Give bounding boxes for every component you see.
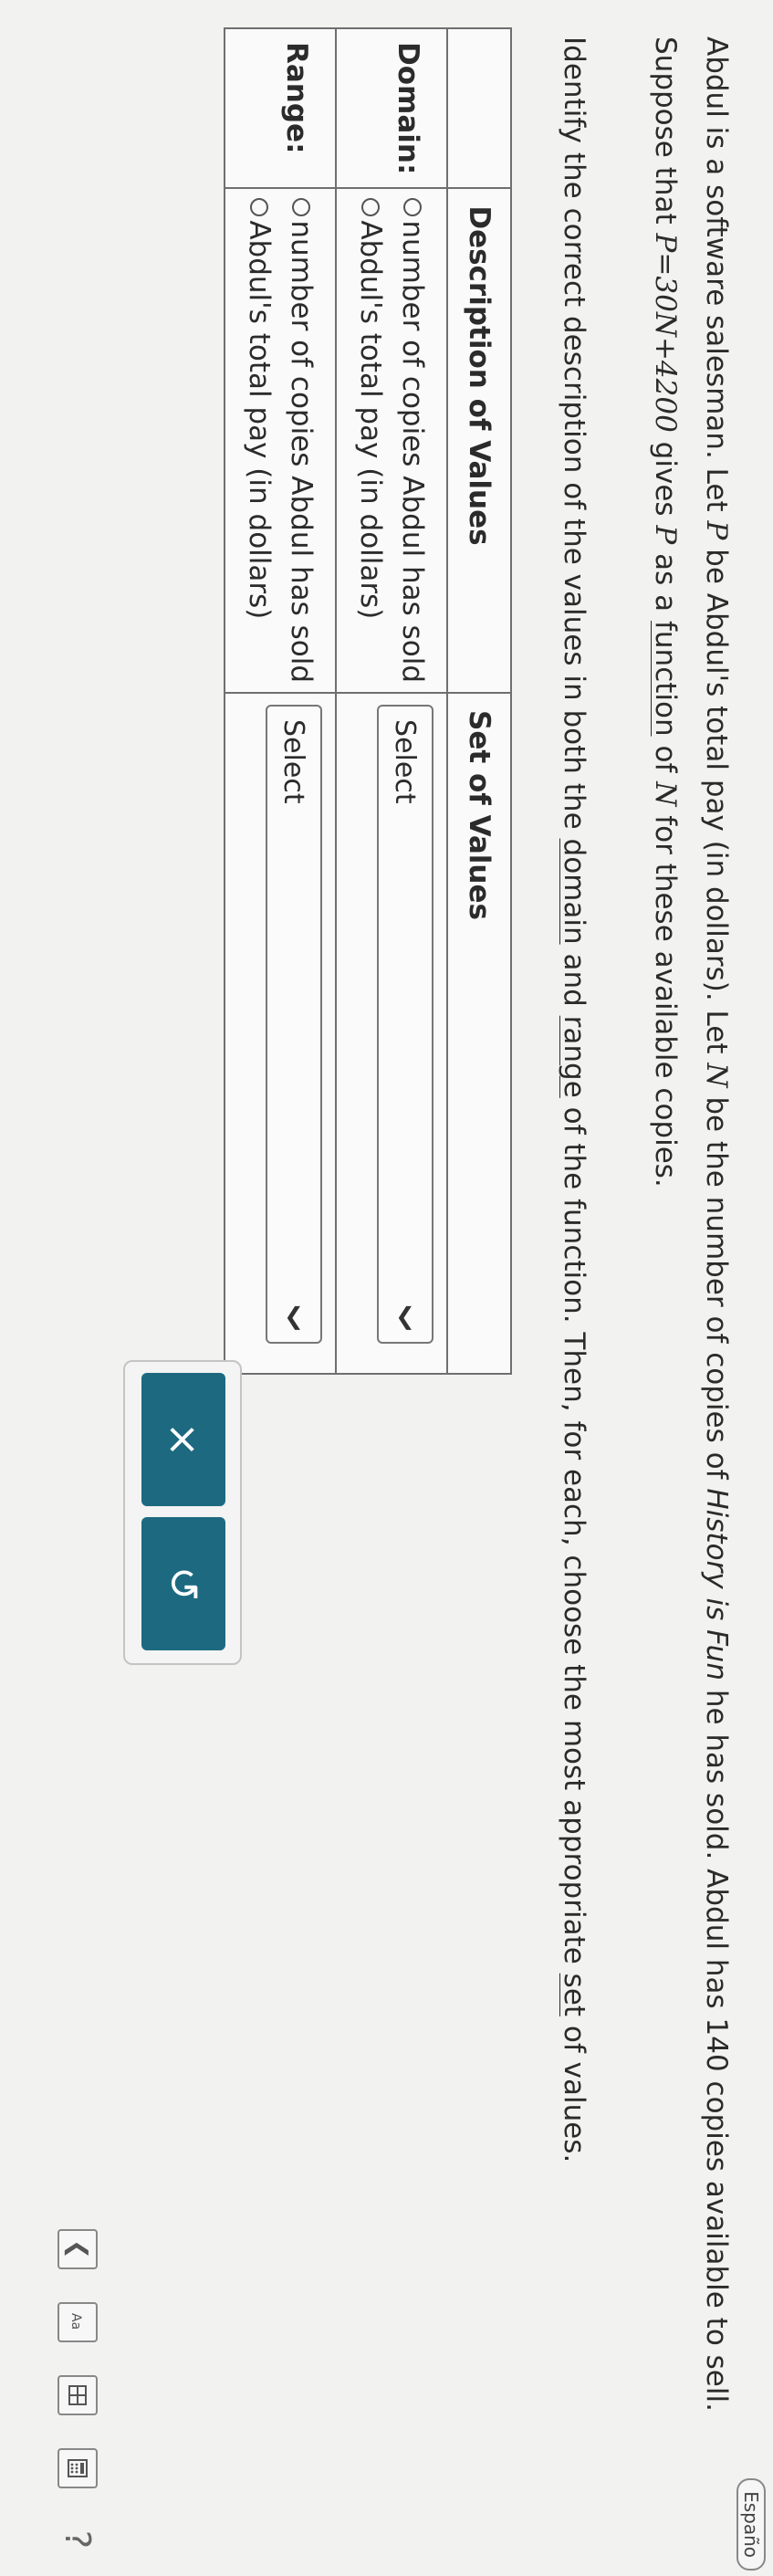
problem-text: for these available copies. (649, 806, 682, 1188)
domain-description-options: number of copies Abdul has sold Abdul's … (336, 188, 447, 694)
problem-text: be Abdul's total pay (in dollars). Let (700, 539, 733, 1063)
help-icon[interactable]: ? (57, 2521, 98, 2558)
problem-text: Abdul is a software salesman. Let (700, 37, 733, 521)
undo-icon: ↺ (159, 1565, 208, 1602)
option-label: number of copies Abdul has sold (396, 220, 429, 684)
range-option-pay[interactable]: Abdul's total pay (in dollars) (238, 198, 280, 683)
function-link[interactable]: function (649, 621, 682, 737)
domain-option-copies[interactable]: number of copies Abdul has sold (392, 198, 434, 683)
range-option-copies[interactable]: number of copies Abdul has sold (280, 198, 322, 683)
instruction-text: Identify the correct description of the … (558, 37, 590, 839)
row-label-domain: Domain: (336, 28, 447, 189)
variable-p: P (700, 520, 733, 540)
table-corner (447, 28, 511, 189)
language-toggle[interactable]: Españo (736, 2478, 766, 2571)
book-title: History is Fun (700, 1488, 733, 1681)
option-label: number of copies Abdul has sold (285, 220, 318, 684)
undo-button[interactable]: ↺ (141, 1517, 225, 1650)
svg-text:Aa: Aa (68, 2313, 83, 2330)
table-glyph (68, 2385, 87, 2405)
problem-statement: Abdul is a software salesman. Let P be A… (640, 37, 742, 2446)
radio-icon[interactable] (403, 198, 422, 217)
domain-option-pay[interactable]: Abdul's total pay (in dollars) (350, 198, 392, 683)
option-label: Abdul's total pay (in dollars) (354, 220, 387, 620)
domain-range-table: Description of Values Set of Values Doma… (224, 27, 512, 1376)
set-link[interactable]: set (558, 1974, 590, 2016)
range-description-options: number of copies Abdul has sold Abdul's … (225, 188, 336, 694)
instruction: Identify the correct description of the … (554, 37, 594, 2465)
variable-n: N (700, 1063, 733, 1088)
instruction-text: of values. (558, 2016, 590, 2163)
instruction-text: of the function. Then, for each, choose … (558, 1097, 590, 1974)
option-label: Abdul's total pay (in dollars) (243, 220, 276, 620)
range-link[interactable]: range (558, 1016, 590, 1098)
set-header: Set of Values (447, 693, 511, 1375)
range-set-cell: Select ❯ (225, 693, 336, 1375)
domain-set-select[interactable]: Select ❯ (377, 705, 434, 1345)
range-set-select[interactable]: Select ❯ (266, 705, 322, 1345)
problem-text: of (649, 736, 682, 782)
variable-p: P (649, 525, 682, 545)
table-row-range: Range: number of copies Abdul has sold A… (225, 28, 336, 1375)
close-icon: × (159, 1421, 208, 1458)
problem-text: as a (649, 544, 682, 621)
clear-button[interactable]: × (141, 1373, 225, 1506)
table-header-row: Description of Values Set of Values (447, 28, 511, 1375)
domain-set-cell: Select ❯ (336, 693, 447, 1375)
text-size-glyph: Aa (68, 2313, 83, 2330)
variable-n: N (649, 781, 682, 807)
calculator-icon[interactable] (57, 2448, 98, 2488)
table-icon[interactable] (57, 2375, 98, 2415)
equation: P=30N+4200 (649, 233, 682, 433)
back-chevron-icon[interactable]: ❮ (57, 2229, 98, 2269)
problem-text: be the number of copies of (700, 1087, 733, 1489)
problem-text: gives (649, 432, 682, 526)
radio-icon[interactable] (292, 198, 310, 217)
calculator-glyph (68, 2459, 88, 2477)
radio-icon[interactable] (250, 198, 268, 217)
select-placeholder: Select (277, 719, 310, 804)
domain-link[interactable]: domain (558, 839, 590, 945)
side-toolbar: ❮ Aa ? (57, 2229, 98, 2558)
instruction-text: and (558, 944, 590, 1016)
radio-icon[interactable] (361, 198, 380, 217)
table-row-domain: Domain: number of copies Abdul has sold … (336, 28, 447, 1375)
text-size-icon[interactable]: Aa (57, 2302, 98, 2342)
row-label-range: Range: (225, 28, 336, 189)
select-placeholder: Select (389, 719, 422, 804)
chevron-down-icon: ❯ (284, 1305, 304, 1334)
answer-button-panel: × ↺ (123, 1360, 242, 1665)
description-header: Description of Values (447, 188, 511, 694)
page-stage: Españo Abdul is a software salesman. Let… (0, 0, 773, 2576)
chevron-down-icon: ❯ (395, 1305, 415, 1334)
